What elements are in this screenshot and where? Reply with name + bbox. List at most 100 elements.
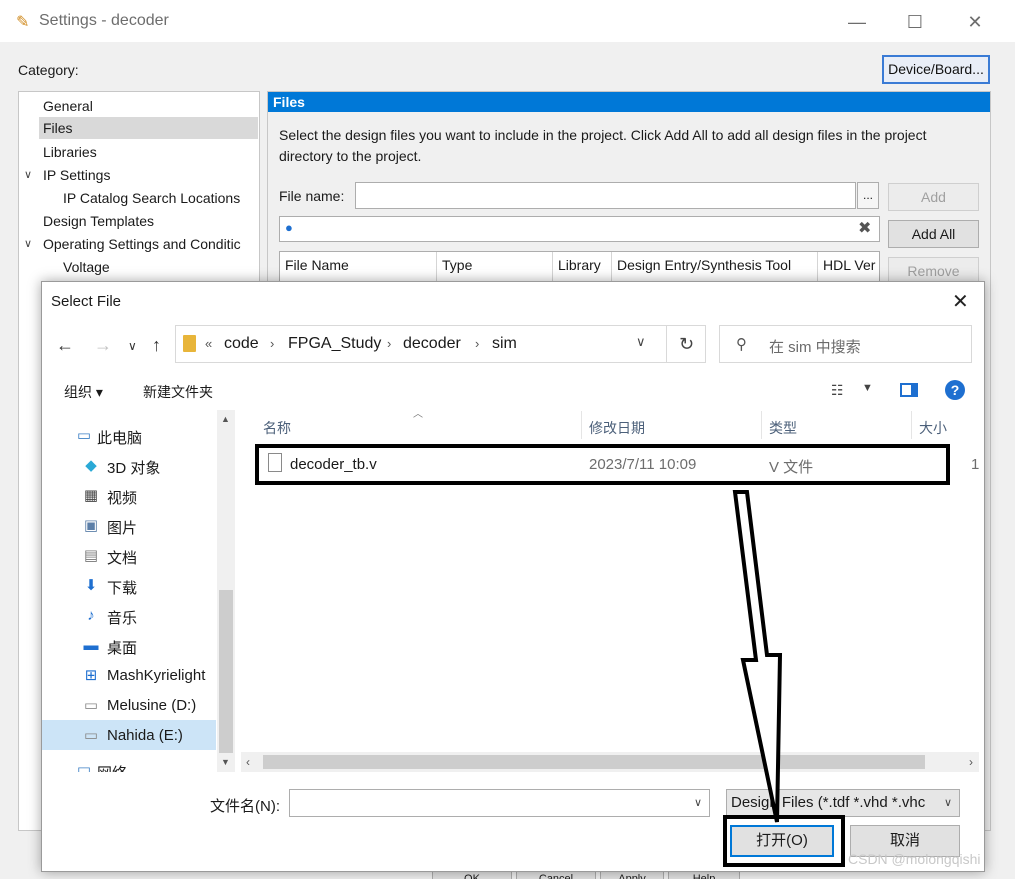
file-modified: 2023/7/11 10:09 [589,456,697,473]
nav-item-drive-c[interactable]: MashKyrielight [107,667,205,684]
drive-e-icon: ▭ [83,727,99,744]
column-divider[interactable] [611,252,612,282]
column-header-hdl-version[interactable]: HDL Ver [823,257,879,273]
category-item-design-templates[interactable]: Design Templates [43,213,154,229]
nav-item-desktop[interactable]: 桌面 [107,637,137,658]
videos-icon: ▦ [83,487,99,504]
chevron-down-icon[interactable]: ∨ [636,334,646,350]
column-divider[interactable] [817,252,818,282]
folder-icon [183,335,196,352]
nav-item-3d-objects[interactable]: 3D 对象 [107,457,160,478]
chevron-right-icon[interactable]: › [387,336,391,351]
breadcrumb-item[interactable]: FPGA_Study [288,335,381,353]
minimize-icon[interactable]: — [834,8,880,36]
network-icon: ▭ [76,762,92,772]
breadcrumb-overflow[interactable]: « [205,336,212,351]
column-header-name[interactable]: 名称 [263,418,291,438]
file-name-field[interactable] [355,182,856,209]
file-size: 1 [971,456,980,473]
add-all-button[interactable]: Add All [888,220,979,248]
chevron-down-icon[interactable]: ∨ [24,168,32,181]
category-item-voltage[interactable]: Voltage [63,259,110,275]
up-arrow-icon[interactable]: ↑ [152,335,161,356]
scroll-right-icon[interactable]: › [969,755,973,769]
chevron-right-icon[interactable]: › [270,336,274,351]
breadcrumb-item[interactable]: sim [492,335,517,353]
back-arrow-icon[interactable]: ← [56,335,74,356]
close-icon[interactable]: ✕ [952,8,998,36]
file-name[interactable]: decoder_tb.v [290,456,377,473]
chevron-down-icon[interactable]: ∨ [694,796,702,809]
preview-pane-icon[interactable] [900,383,918,397]
music-icon: ♪ [87,607,95,624]
search-icon: ⚲ [736,336,747,353]
nav-item-music[interactable]: 音乐 [107,607,137,628]
category-item-ip-settings[interactable]: IP Settings [43,167,110,183]
sort-ascending-icon: ︿ [413,409,423,420]
browse-button[interactable]: ... [857,182,879,209]
column-divider[interactable] [552,252,553,282]
horizontal-scrollbar-thumb[interactable] [263,755,925,769]
dialog-title: Select File [51,293,122,310]
chevron-down-icon[interactable]: ▼ [862,382,873,394]
column-header-type[interactable]: Type [442,257,472,273]
settings-title: Settings - decoder [39,12,169,29]
category-item-label: Files [43,120,73,136]
category-item-operating-settings[interactable]: Operating Settings and Conditic [43,236,259,252]
forward-arrow-icon[interactable]: → [94,335,112,356]
scroll-left-icon[interactable]: ‹ [246,755,250,769]
close-icon[interactable]: ✕ [952,289,969,314]
chevron-right-icon[interactable]: › [475,336,479,351]
nav-item-drive-e[interactable]: Nahida (E:) [107,727,183,744]
open-button[interactable]: 打开(O) [730,825,834,857]
column-header-type[interactable]: 类型 [769,418,797,438]
recent-locations-icon[interactable]: ∨ [128,339,137,353]
nav-item-documents[interactable]: 文档 [107,547,137,568]
chevron-down-icon[interactable]: ∨ [944,796,953,809]
nav-item-network[interactable]: 网络 [97,762,127,772]
file-name-label: File name: [279,188,345,204]
breadcrumb-item[interactable]: code [224,335,259,353]
column-divider[interactable] [581,411,582,439]
nav-item-drive-d[interactable]: Melusine (D:) [107,697,196,714]
nav-item-pictures[interactable]: 图片 [107,517,137,538]
column-header-library[interactable]: Library [558,257,601,273]
refresh-icon[interactable]: ↻ [666,325,706,363]
nav-item-downloads[interactable]: 下载 [107,577,137,598]
category-item-general[interactable]: General [43,98,93,114]
filter-input[interactable] [279,216,880,242]
nav-scrollbar-thumb[interactable] [219,590,233,753]
filename-label: 文件名(N): [210,798,280,815]
add-button[interactable]: Add [888,183,979,211]
scroll-down-icon[interactable]: ▼ [221,757,230,767]
category-item-libraries[interactable]: Libraries [43,144,97,160]
column-header-file-name[interactable]: File Name [285,257,349,273]
chevron-down-icon[interactable]: ∨ [24,237,32,250]
desktop-icon: ▬ [83,637,99,654]
help-icon[interactable]: ? [945,380,965,400]
pictures-icon: ▣ [83,517,99,534]
new-folder-button[interactable]: 新建文件夹 [143,382,213,402]
column-divider[interactable] [761,411,762,439]
breadcrumb-item[interactable]: decoder [403,335,461,353]
view-options-icon[interactable]: ☷ [831,382,844,399]
nav-item-this-pc[interactable]: 此电脑 [97,427,142,448]
device-board-button[interactable]: Device/Board... [882,55,990,84]
downloads-icon: ⬇ [84,577,98,594]
search-icon: ● [285,220,293,235]
maximize-icon[interactable]: ☐ [892,8,938,36]
column-divider[interactable] [436,252,437,282]
scroll-up-icon[interactable]: ▲ [221,414,230,424]
column-header-design-entry[interactable]: Design Entry/Synthesis Tool [617,257,791,273]
3d-objects-icon: ◆ [85,457,97,474]
column-divider[interactable] [911,411,912,439]
column-header-modified[interactable]: 修改日期 [589,418,645,438]
column-header-size[interactable]: 大小 [919,418,947,438]
organize-menu[interactable]: 组织 ▾ [64,382,103,402]
filename-input[interactable] [289,789,710,817]
nav-item-videos[interactable]: 视频 [107,487,137,508]
category-item-ip-catalog[interactable]: IP Catalog Search Locations [63,190,240,206]
category-item-files[interactable]: Files [39,117,258,139]
documents-icon: ▤ [83,547,99,564]
clear-icon[interactable]: ✖ [858,218,871,238]
